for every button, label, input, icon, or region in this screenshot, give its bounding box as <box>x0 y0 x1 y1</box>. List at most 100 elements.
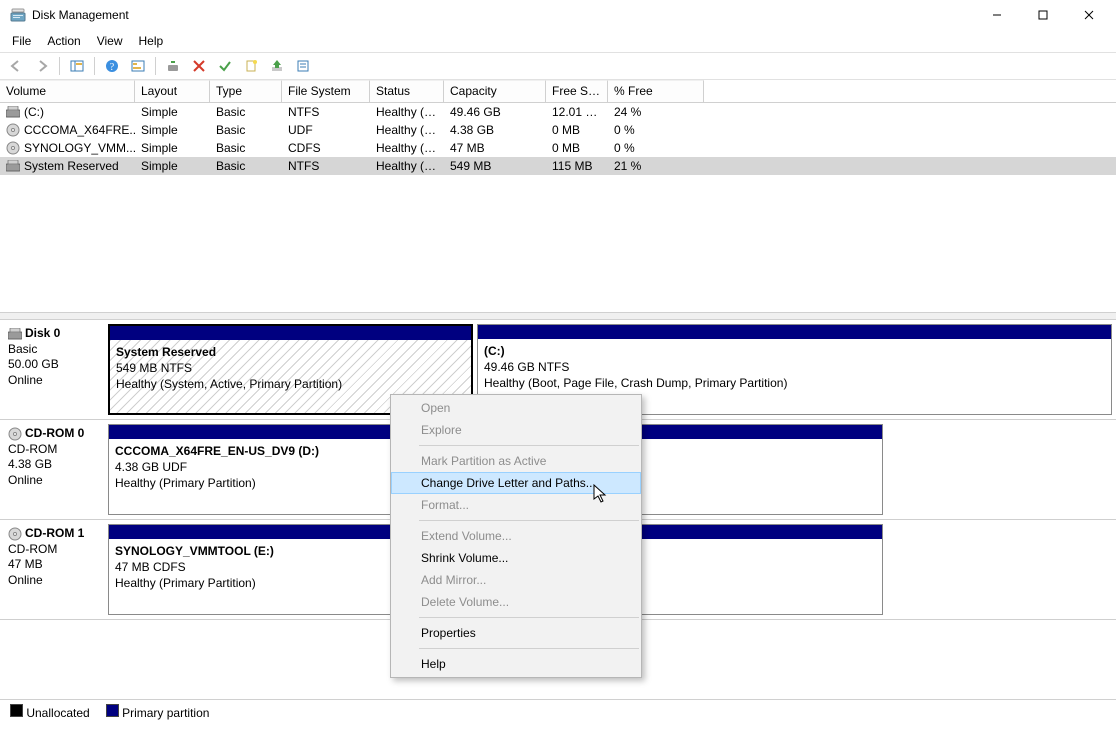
forward-button[interactable] <box>30 54 54 78</box>
settings-button[interactable] <box>161 54 185 78</box>
menu-action[interactable]: Action <box>39 32 88 50</box>
partition-title: (C:) <box>484 343 1105 359</box>
disk-type: CD-ROM <box>8 442 100 458</box>
disk-name: CD-ROM 0 <box>25 426 84 442</box>
toolbar-separator <box>59 57 60 75</box>
volume-name: SYNOLOGY_VMM... <box>24 141 135 155</box>
cell-pct: 24 % <box>608 105 704 119</box>
ctx-separator <box>419 648 639 649</box>
delete-button[interactable] <box>187 54 211 78</box>
volume-name: CCCOMA_X64FRE... <box>24 123 135 137</box>
volume-list-header: Volume Layout Type File System Status Ca… <box>0 80 1116 103</box>
disk-info: Disk 0 Basic 50.00 GB Online <box>4 324 104 415</box>
cell-capacity: 47 MB <box>444 141 546 155</box>
properties-button[interactable] <box>291 54 315 78</box>
minimize-button[interactable] <box>974 0 1020 30</box>
cell-free: 12.01 GB <box>546 105 608 119</box>
ctx-mark-active[interactable]: Mark Partition as Active <box>391 450 641 472</box>
context-menu: Open Explore Mark Partition as Active Ch… <box>390 394 642 678</box>
disk-name: Disk 0 <box>25 326 60 342</box>
cd-icon <box>6 141 20 155</box>
disk-info: CD-ROM 0 CD-ROM 4.38 GB Online <box>4 424 104 515</box>
partition-status: Healthy (Boot, Page File, Crash Dump, Pr… <box>484 375 1105 391</box>
refresh-button[interactable] <box>126 54 150 78</box>
help-button[interactable]: ? <box>100 54 124 78</box>
col-layout[interactable]: Layout <box>135 80 210 102</box>
menu-file[interactable]: File <box>4 32 39 50</box>
cell-fs: CDFS <box>282 141 370 155</box>
new-button[interactable] <box>239 54 263 78</box>
disk-state: Online <box>8 573 100 589</box>
disk-info: CD-ROM 1 CD-ROM 47 MB Online <box>4 524 104 615</box>
cell-free: 0 MB <box>546 141 608 155</box>
disk-type: CD-ROM <box>8 542 100 558</box>
volume-row[interactable]: SYNOLOGY_VMM...SimpleBasicCDFSHealthy (P… <box>0 139 1116 157</box>
cell-fs: UDF <box>282 123 370 137</box>
partition-line: 549 MB NTFS <box>116 360 465 376</box>
maximize-button[interactable] <box>1020 0 1066 30</box>
col-capacity[interactable]: Capacity <box>444 80 546 102</box>
ctx-mirror[interactable]: Add Mirror... <box>391 569 641 591</box>
ctx-delete[interactable]: Delete Volume... <box>391 591 641 613</box>
cell-fs: NTFS <box>282 159 370 173</box>
cell-fs: NTFS <box>282 105 370 119</box>
ctx-extend[interactable]: Extend Volume... <box>391 525 641 547</box>
ctx-open[interactable]: Open <box>391 397 641 419</box>
ctx-shrink[interactable]: Shrink Volume... <box>391 547 641 569</box>
close-button[interactable] <box>1066 0 1112 30</box>
col-type[interactable]: Type <box>210 80 282 102</box>
volume-name: (C:) <box>24 105 44 119</box>
back-button[interactable] <box>4 54 28 78</box>
splitter[interactable] <box>0 312 1116 320</box>
cell-layout: Simple <box>135 141 210 155</box>
legend-swatch-unallocated <box>10 704 23 717</box>
menu-help[interactable]: Help <box>131 32 172 50</box>
col-status[interactable]: Status <box>370 80 444 102</box>
ctx-explore[interactable]: Explore <box>391 419 641 441</box>
cell-free: 0 MB <box>546 123 608 137</box>
disk-name: CD-ROM 1 <box>25 526 84 542</box>
cell-type: Basic <box>210 159 282 173</box>
volume-row[interactable]: (C:)SimpleBasicNTFSHealthy (B...49.46 GB… <box>0 103 1116 121</box>
legend-unallocated: Unallocated <box>26 706 89 720</box>
col-filesystem[interactable]: File System <box>282 80 370 102</box>
toolbar-separator <box>94 57 95 75</box>
disk-management-icon <box>10 7 26 23</box>
partition-title: System Reserved <box>116 344 465 360</box>
disk-size: 4.38 GB <box>8 457 100 473</box>
ctx-separator <box>419 445 639 446</box>
check-button[interactable] <box>213 54 237 78</box>
partition-line: 49.46 GB NTFS <box>484 359 1105 375</box>
toolbar-separator <box>155 57 156 75</box>
ctx-separator <box>419 617 639 618</box>
drive-icon <box>6 160 20 172</box>
cell-layout: Simple <box>135 123 210 137</box>
cell-capacity: 549 MB <box>444 159 546 173</box>
menu-view[interactable]: View <box>89 32 131 50</box>
disk-state: Online <box>8 373 100 389</box>
svg-text:?: ? <box>110 62 115 73</box>
ctx-format[interactable]: Format... <box>391 494 641 516</box>
ctx-change-letter[interactable]: Change Drive Letter and Paths... <box>391 472 641 494</box>
partition-color-bar <box>478 325 1111 339</box>
toolbar: ? <box>0 52 1116 80</box>
cd-icon <box>8 527 22 541</box>
ctx-separator <box>419 520 639 521</box>
volume-row[interactable]: CCCOMA_X64FRE...SimpleBasicUDFHealthy (P… <box>0 121 1116 139</box>
cell-status: Healthy (S... <box>370 159 444 173</box>
cell-type: Basic <box>210 123 282 137</box>
show-hide-tree-button[interactable] <box>65 54 89 78</box>
col-pct-free[interactable]: % Free <box>608 80 704 102</box>
disk-type: Basic <box>8 342 100 358</box>
upload-button[interactable] <box>265 54 289 78</box>
cell-type: Basic <box>210 141 282 155</box>
ctx-properties[interactable]: Properties <box>391 622 641 644</box>
volume-row[interactable]: System ReservedSimpleBasicNTFSHealthy (S… <box>0 157 1116 175</box>
col-free[interactable]: Free Spa... <box>546 80 608 102</box>
legend-swatch-primary <box>106 704 119 717</box>
window-title: Disk Management <box>32 8 129 22</box>
volume-list: Volume Layout Type File System Status Ca… <box>0 80 1116 312</box>
cell-status: Healthy (P... <box>370 141 444 155</box>
col-volume[interactable]: Volume <box>0 80 135 102</box>
ctx-help[interactable]: Help <box>391 653 641 675</box>
